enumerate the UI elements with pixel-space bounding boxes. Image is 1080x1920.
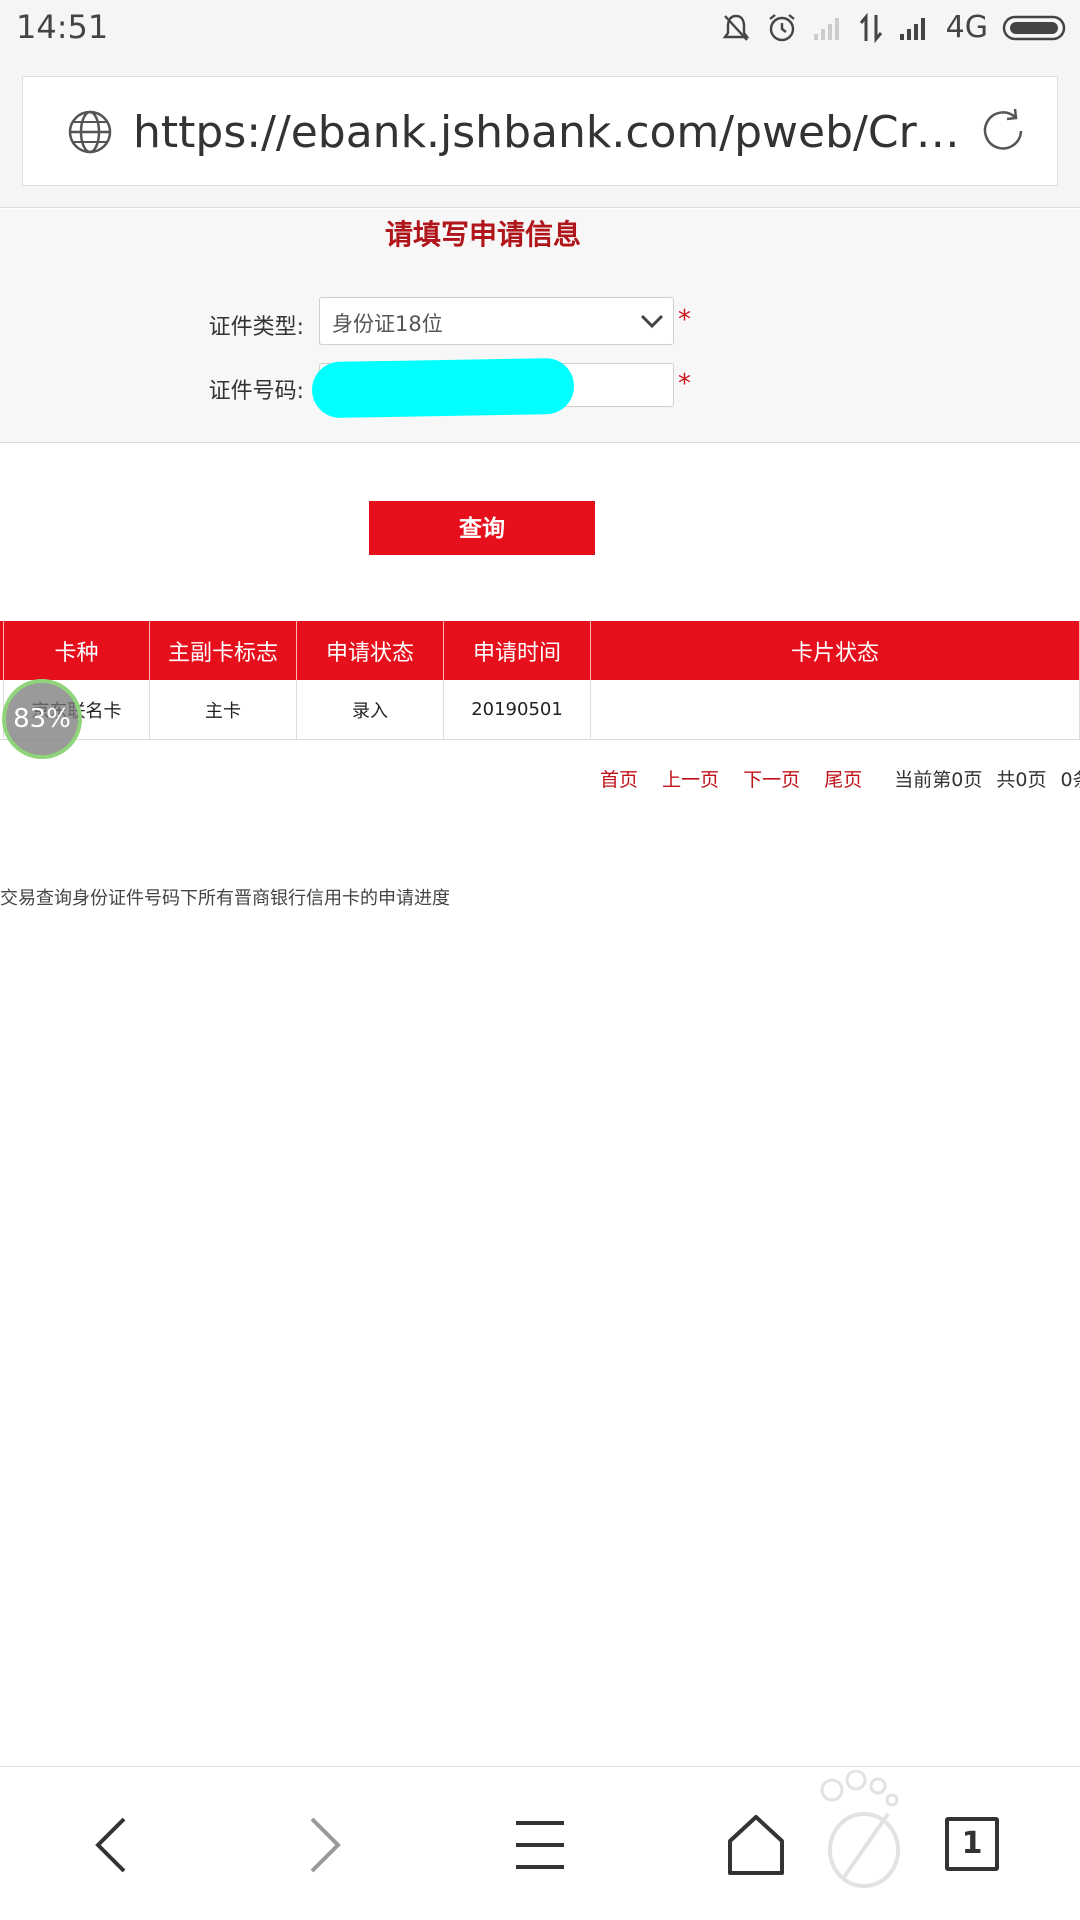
total-records-info: 0条记录: [1060, 769, 1080, 791]
alarm-icon: [768, 13, 795, 41]
watermark-icon: [820, 1770, 900, 1888]
header-card-flag: 主副卡标志: [150, 621, 297, 680]
id-type-value: 身份证18位: [332, 312, 443, 336]
chevron-down-icon: [640, 314, 664, 329]
menu-icon[interactable]: [512, 1813, 568, 1877]
total-pages-info: 共0页: [996, 769, 1047, 791]
first-page-link[interactable]: 首页: [600, 769, 638, 791]
forward-icon[interactable]: [300, 1813, 350, 1877]
required-mark: *: [678, 305, 691, 335]
table-header: 卡种 主副卡标志 申请状态 申请时间 卡片状态: [0, 621, 1080, 680]
header-card-type: 卡种: [4, 621, 150, 680]
status-time: 14:51: [16, 8, 109, 46]
prev-page-link[interactable]: 上一页: [662, 769, 719, 791]
battery-icon: [1002, 15, 1066, 40]
current-page-info: 当前第0页: [894, 769, 983, 791]
home-icon[interactable]: [726, 1813, 786, 1877]
id-type-label: 证件类型:: [208, 315, 304, 340]
hint-text: 交易查询身份证件号码下所有晋商银行信用卡的申请进度: [0, 888, 450, 909]
data-arrows-icon: [859, 12, 882, 43]
back-icon[interactable]: [86, 1813, 136, 1877]
header-apply-status: 申请状态: [297, 621, 444, 680]
status-icons: 4G: [720, 10, 1066, 45]
pagination: 首页 上一页 下一页 尾页 当前第0页 共0页 0条记录: [600, 765, 1080, 792]
redaction-mark: [311, 357, 575, 419]
cell-card-status: [591, 680, 1080, 739]
table-row[interactable]: 京东联名卡 主卡 录入 20190501: [0, 680, 1080, 740]
header-card-status: 卡片状态: [591, 621, 1080, 680]
cell-card-flag: 主卡: [150, 680, 297, 739]
network-label: 4G: [945, 10, 988, 45]
query-button[interactable]: 查询: [369, 501, 595, 555]
result-table: 卡种 主副卡标志 申请状态 申请时间 卡片状态 京东联名卡 主卡 录入 2019…: [0, 621, 1080, 740]
loading-progress-badge[interactable]: 83%: [2, 679, 82, 759]
id-number-input[interactable]: [311, 357, 674, 419]
application-form: 请填写申请信息 证件类型: 身份证18位 * 证件号码: *: [0, 209, 1080, 443]
url-text[interactable]: https://ebank.jshbank.com/pweb/Credit...: [133, 107, 973, 158]
tabs-button[interactable]: 1: [945, 1817, 999, 1871]
header-apply-time: 申请时间: [444, 621, 591, 680]
signal-weak-icon: [813, 17, 839, 40]
browser-toolbar: https://ebank.jshbank.com/pweb/Credit...: [0, 56, 1080, 208]
next-page-link[interactable]: 下一页: [743, 769, 800, 791]
globe-icon: [68, 110, 112, 154]
required-mark: *: [678, 369, 691, 399]
reload-icon[interactable]: [977, 105, 1029, 157]
address-bar[interactable]: https://ebank.jshbank.com/pweb/Credit...: [22, 76, 1058, 186]
cell-apply-status: 录入: [297, 680, 444, 739]
id-type-select[interactable]: 身份证18位: [319, 297, 674, 345]
id-number-label: 证件号码:: [208, 379, 304, 404]
mute-icon: [722, 14, 750, 41]
form-title: 请填写申请信息: [384, 218, 581, 251]
signal-icon: [899, 17, 925, 40]
last-page-link[interactable]: 尾页: [824, 769, 862, 791]
cell-apply-time: 20190501: [444, 680, 591, 739]
status-bar: 14:51 4G: [0, 0, 1080, 56]
